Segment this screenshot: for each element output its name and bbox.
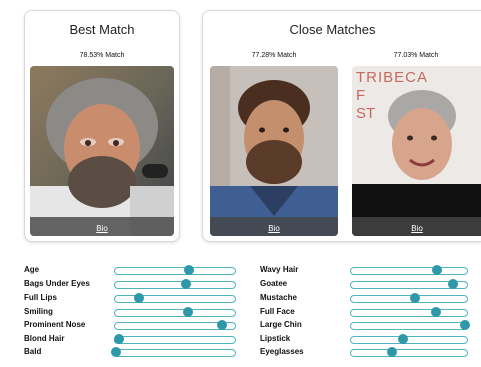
attr-label-lipstick: Lipstick (260, 334, 291, 343)
close-match-1-bio-bar: Bio (210, 217, 338, 236)
attr-label-eyeglasses: Eyeglasses (260, 347, 304, 356)
slider-smiling[interactable] (114, 307, 236, 317)
attr-label-goatee: Goatee (260, 279, 288, 288)
slider-bald[interactable] (111, 347, 236, 357)
close-match-2-photo: TRIBECA F ST Bio (352, 66, 481, 236)
slider-goatee[interactable] (350, 279, 468, 289)
slider-thumb[interactable] (448, 279, 459, 289)
slider-thumb[interactable] (113, 334, 124, 344)
attr-label-blond-hair: Blond Hair (24, 334, 65, 343)
best-match-card: Best Match 78.53% Match Bio (24, 10, 180, 242)
slider-thumb[interactable] (430, 307, 441, 317)
close-match-1-percentage: 77.28% Match (251, 52, 297, 59)
slider-thumb[interactable] (183, 307, 194, 317)
slider-thumb[interactable] (398, 334, 409, 344)
close-matches-title: Close Matches (289, 22, 376, 37)
best-match-title: Best Match (69, 22, 135, 37)
slider-bags-under-eyes[interactable] (114, 279, 236, 289)
attr-label-wavy-hair: Wavy Hair (260, 265, 299, 274)
close-matches-card: Close Matches 77.28% Match Bio 77.03% Ma… (202, 10, 481, 242)
close-match-2-percentage: 77.03% Match (393, 52, 439, 59)
attr-label-bags-under-eyes: Bags Under Eyes (24, 279, 90, 288)
slider-thumb[interactable] (409, 293, 420, 303)
slider-age[interactable] (114, 265, 236, 275)
close-match-1-photo: Bio (210, 66, 338, 236)
slider-prominent-nose[interactable] (114, 320, 236, 330)
close-match-1-bio-link[interactable]: Bio (268, 224, 280, 233)
best-match-bio-link[interactable]: Bio (96, 224, 108, 233)
attr-label-mustache: Mustache (260, 293, 297, 302)
best-match-photo: Bio (30, 66, 174, 236)
slider-blond-hair[interactable] (113, 334, 236, 344)
attr-label-smiling: Smiling (24, 307, 53, 316)
slider-thumb[interactable] (184, 265, 195, 275)
slider-thumb[interactable] (180, 279, 191, 289)
slider-mustache[interactable] (350, 293, 468, 303)
slider-lipstick[interactable] (350, 334, 468, 344)
slider-thumb[interactable] (431, 265, 442, 275)
best-match-bio-bar: Bio (30, 217, 174, 236)
attr-label-age: Age (24, 265, 40, 274)
slider-full-face[interactable] (350, 307, 468, 317)
slider-thumb[interactable] (216, 320, 227, 330)
photo-sign-text-line1: TRIBECA (356, 69, 428, 86)
slider-eyeglasses[interactable] (350, 347, 468, 357)
close-match-2-bio-bar: Bio (352, 217, 481, 236)
slider-thumb[interactable] (111, 347, 122, 357)
attr-label-bald: Bald (24, 347, 42, 356)
slider-full-lips[interactable] (114, 293, 236, 303)
slider-wavy-hair[interactable] (350, 265, 468, 275)
slider-thumb[interactable] (134, 293, 144, 303)
slider-thumb[interactable] (386, 347, 397, 357)
slider-large-chin[interactable] (350, 320, 470, 330)
svg-text:ST: ST (356, 105, 375, 122)
attr-label-full-lips: Full Lips (24, 293, 57, 302)
close-match-2-bio-link[interactable]: Bio (411, 224, 423, 233)
best-match-percentage: 78.53% Match (79, 52, 125, 59)
attr-label-prominent-nose: Prominent Nose (24, 320, 86, 329)
svg-text:F: F (356, 87, 365, 104)
attr-label-full-face: Full Face (260, 307, 295, 316)
attr-label-large-chin: Large Chin (260, 320, 302, 329)
slider-thumb[interactable] (459, 320, 470, 330)
